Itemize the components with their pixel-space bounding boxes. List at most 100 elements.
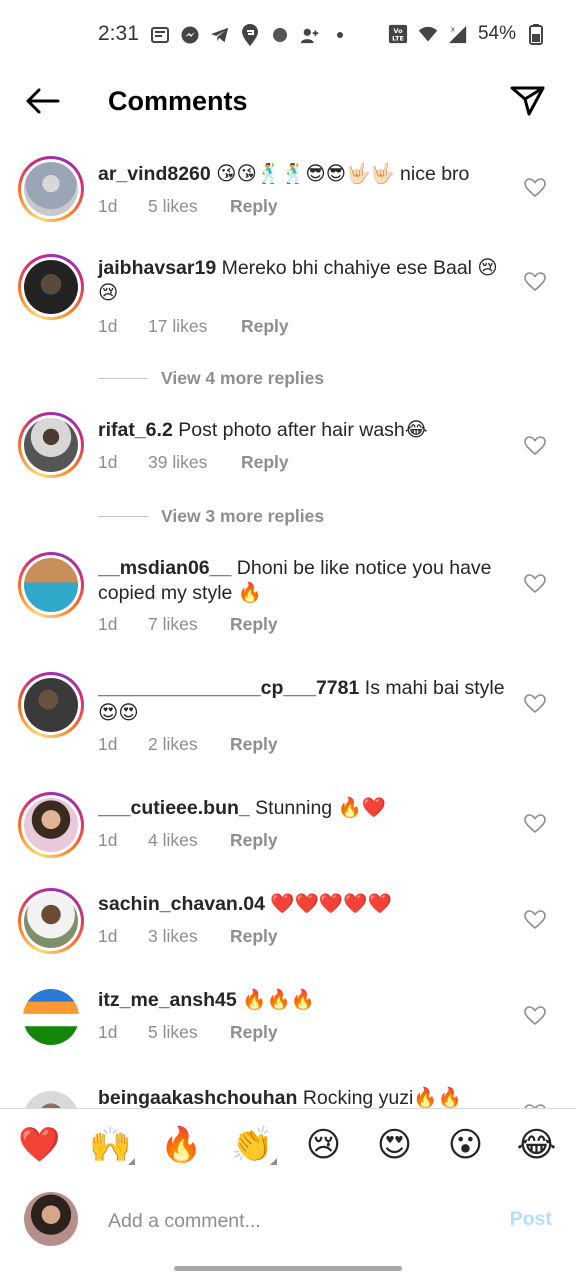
- volte-icon: Vo LTE: [388, 24, 408, 44]
- notification-icons: [150, 22, 350, 48]
- comment-text: 🔥🔥🔥: [242, 989, 316, 1011]
- reply-button[interactable]: Reply: [230, 734, 278, 755]
- avatar[interactable]: [18, 792, 84, 858]
- comment-time: 1d: [98, 452, 118, 472]
- arrow-left-icon: [24, 87, 60, 120]
- reaction-crying[interactable]: 😢: [296, 1117, 352, 1173]
- comment-username[interactable]: jaibhavsar19: [98, 257, 216, 279]
- svg-text:Vo: Vo: [393, 28, 403, 35]
- heart-icon: [524, 814, 546, 834]
- heart-icon: [524, 694, 546, 714]
- comment-username[interactable]: __msdian06__: [98, 557, 231, 579]
- comment-username[interactable]: itz_me_ansh45: [98, 989, 237, 1011]
- comment-likes[interactable]: 39 likes: [148, 452, 241, 473]
- comment-username[interactable]: rifat_6.2: [98, 419, 173, 441]
- comments-list[interactable]: ar_vind8260 😘😘🕺🕺😎😎🤟🏻🤟🏻 nice bro 1d 5 lik…: [0, 138, 576, 1108]
- comment-meta: 1d 2 likes Reply: [98, 734, 278, 755]
- comment-username[interactable]: _______________cp___7781: [98, 677, 359, 699]
- comment-meta: 1d 4 likes Reply: [98, 830, 278, 851]
- comment-text: Rocking yuzi🔥🔥: [302, 1087, 462, 1108]
- reaction-heart-eyes[interactable]: 😍: [367, 1117, 423, 1173]
- reaction-surprised[interactable]: 😮: [438, 1117, 494, 1173]
- comment-meta: 1d 17 likes Reply: [98, 316, 289, 337]
- like-button[interactable]: [524, 178, 546, 198]
- comment-composer: Post: [0, 1180, 576, 1260]
- comment-text: 😘😘🕺🕺😎😎🤟🏻🤟🏻 nice bro: [216, 163, 470, 185]
- skin-tone-indicator: [127, 1157, 135, 1165]
- comment-text: ❤️❤️❤️❤️❤️: [270, 893, 392, 915]
- avatar[interactable]: [18, 552, 84, 618]
- view-more-replies[interactable]: View 4 more replies: [98, 368, 324, 389]
- avatar[interactable]: [18, 984, 84, 1050]
- comment-likes[interactable]: 4 likes: [148, 830, 230, 851]
- news-icon: [150, 25, 170, 45]
- avatar[interactable]: [18, 412, 84, 478]
- comment-username[interactable]: ar_vind8260: [98, 163, 211, 185]
- avatar[interactable]: [18, 254, 84, 320]
- comment-meta: 1d 7 likes Reply: [98, 614, 278, 635]
- comment-username[interactable]: ___cutieee.bun_: [98, 797, 250, 819]
- messenger-icon: [180, 25, 200, 45]
- comment-likes[interactable]: 17 likes: [148, 316, 241, 337]
- like-button[interactable]: [524, 910, 546, 930]
- comment-likes[interactable]: 3 likes: [148, 926, 230, 947]
- comment-time: 1d: [98, 614, 118, 634]
- home-indicator[interactable]: [174, 1266, 402, 1271]
- comment-meta: 1d 3 likes Reply: [98, 926, 278, 947]
- comment-likes[interactable]: 5 likes: [148, 196, 230, 217]
- post-button[interactable]: Post: [510, 1208, 552, 1231]
- comment-text: Stunning 🔥❤️: [255, 797, 387, 819]
- comment-likes[interactable]: 5 likes: [148, 1022, 230, 1043]
- comment-meta: 1d 5 likes Reply: [98, 196, 278, 217]
- reaction-clap[interactable]: 👏: [225, 1117, 281, 1173]
- reaction-raised-hands[interactable]: 🙌: [83, 1117, 139, 1173]
- comment-time: 1d: [98, 734, 118, 754]
- comment-likes[interactable]: 7 likes: [148, 614, 230, 635]
- heart-icon: [524, 436, 546, 456]
- battery-percent: 54%: [477, 23, 516, 44]
- reaction-laughing[interactable]: 😂: [509, 1117, 565, 1173]
- reaction-heart[interactable]: ❤️: [12, 1117, 68, 1173]
- like-button[interactable]: [524, 1006, 546, 1026]
- heart-icon: [524, 574, 546, 594]
- comment-username[interactable]: beingaakashchouhan: [98, 1087, 297, 1108]
- share-button[interactable]: [508, 82, 548, 122]
- reply-button[interactable]: Reply: [230, 926, 278, 947]
- reply-button[interactable]: Reply: [230, 830, 278, 851]
- reply-button[interactable]: Reply: [230, 196, 278, 217]
- svg-text:x: x: [451, 24, 456, 33]
- like-button[interactable]: [524, 694, 546, 714]
- heart-icon: [524, 272, 546, 292]
- more-notifications-icon: [330, 25, 350, 45]
- avatar[interactable]: [18, 1086, 84, 1108]
- like-button[interactable]: [524, 436, 546, 456]
- reply-button[interactable]: Reply: [230, 1022, 278, 1043]
- comment-time: 1d: [98, 1022, 118, 1042]
- reply-button[interactable]: Reply: [230, 614, 278, 635]
- comment-input[interactable]: [108, 1206, 488, 1236]
- comment-time: 1d: [98, 316, 118, 336]
- like-button[interactable]: [524, 574, 546, 594]
- avatar[interactable]: [18, 156, 84, 222]
- heart-icon: [524, 1006, 546, 1026]
- like-button[interactable]: [524, 814, 546, 834]
- add-contact-icon: [300, 25, 320, 45]
- like-button[interactable]: [524, 272, 546, 292]
- status-bar: 2:31 Vo LTE x 54%: [0, 0, 576, 68]
- back-button[interactable]: [22, 84, 62, 122]
- wifi-icon: [418, 24, 438, 44]
- comment-time: 1d: [98, 926, 118, 946]
- own-avatar: [24, 1192, 78, 1246]
- comment-likes[interactable]: 2 likes: [148, 734, 230, 755]
- avatar[interactable]: [18, 672, 84, 738]
- avatar[interactable]: [18, 888, 84, 954]
- comment-username[interactable]: sachin_chavan.04: [98, 893, 265, 915]
- reply-button[interactable]: Reply: [241, 316, 289, 337]
- view-more-replies[interactable]: View 3 more replies: [98, 506, 324, 527]
- reply-button[interactable]: Reply: [241, 452, 289, 473]
- quick-reactions-bar: ❤️ 🙌 🔥 👏 😢 😍 😮 😂: [0, 1108, 576, 1180]
- reaction-fire[interactable]: 🔥: [154, 1117, 210, 1173]
- status-time: 2:31: [98, 22, 139, 45]
- comment-time: 1d: [98, 830, 118, 850]
- page-title: Comments: [108, 86, 248, 116]
